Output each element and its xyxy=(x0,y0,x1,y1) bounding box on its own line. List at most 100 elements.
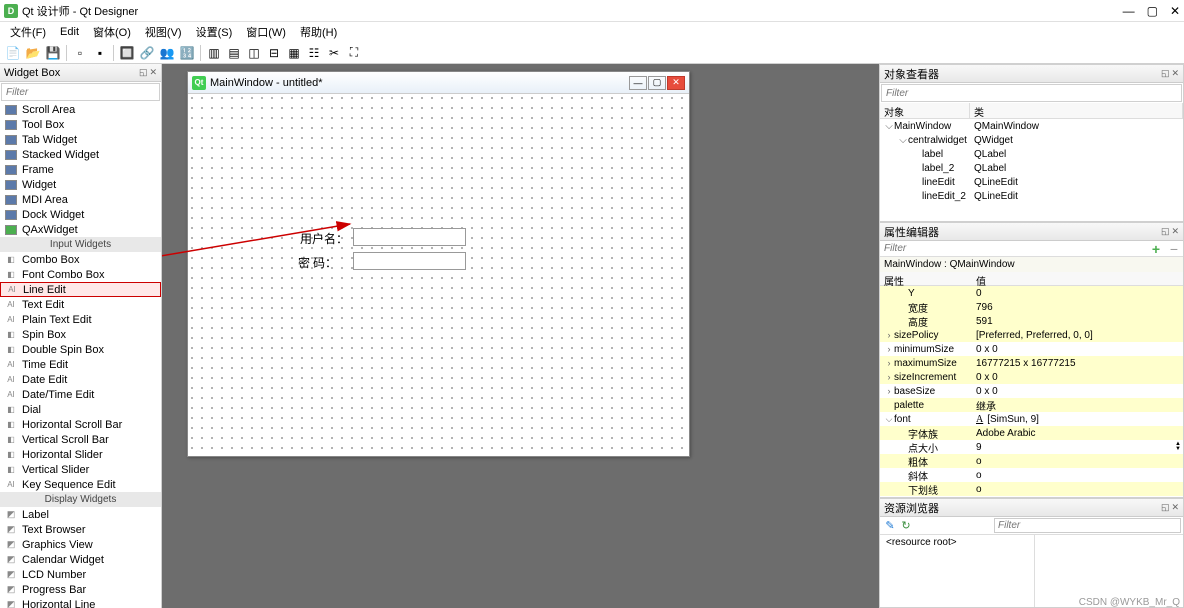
prop-row-baseSize[interactable]: ›baseSize0 x 0 xyxy=(880,384,1183,398)
dock-float-icon[interactable]: ◱ xyxy=(139,67,148,78)
close-button[interactable]: ✕ xyxy=(1170,4,1180,18)
prop-row-高度[interactable]: 高度591 xyxy=(880,314,1183,328)
design-canvas[interactable]: 用户名： 密 码： xyxy=(188,94,689,456)
new-button[interactable]: 📄 xyxy=(4,44,22,62)
dock-float-icon[interactable]: ◱ xyxy=(1161,502,1170,513)
add-property-button[interactable]: + xyxy=(1147,242,1165,256)
widget-item-double-spin-box[interactable]: ◧Double Spin Box xyxy=(0,342,161,357)
prop-row-sizeIncrement[interactable]: ›sizeIncrement0 x 0 xyxy=(880,370,1183,384)
prop-row-palette[interactable]: palette继承 xyxy=(880,398,1183,412)
layout-v-split-button[interactable]: ⊟ xyxy=(265,44,283,62)
widget-item-key-sequence-edit[interactable]: AIKey Sequence Edit xyxy=(0,477,161,492)
open-button[interactable]: 📂 xyxy=(24,44,42,62)
widget-item-combo-box[interactable]: ◧Combo Box xyxy=(0,252,161,267)
remove-property-button[interactable]: − xyxy=(1165,242,1183,256)
widget-item-tool-box[interactable]: Tool Box xyxy=(0,117,161,132)
widget-item-scroll-area[interactable]: Scroll Area xyxy=(0,102,161,117)
design-window[interactable]: Qt MainWindow - untitled* — ▢ ✕ 用户名： 密 码… xyxy=(187,71,690,457)
prop-col-value[interactable]: 值 xyxy=(972,272,1183,285)
widget-item-time-edit[interactable]: AITime Edit xyxy=(0,357,161,372)
design-area[interactable]: Qt MainWindow - untitled* — ▢ ✕ 用户名： 密 码… xyxy=(162,64,879,608)
prop-row-下划线[interactable]: 下划线o xyxy=(880,482,1183,496)
label-username[interactable]: 用户名： xyxy=(300,230,348,247)
dock-close-icon[interactable]: ✕ xyxy=(1171,502,1179,513)
widget-list[interactable]: Scroll AreaTool BoxTab WidgetStacked Wid… xyxy=(0,102,161,608)
menu-form[interactable]: 窗体(O) xyxy=(87,22,137,42)
tree-col-object[interactable]: 对象 xyxy=(880,103,970,118)
widget-item-text-edit[interactable]: AIText Edit xyxy=(0,297,161,312)
design-close-button[interactable]: ✕ xyxy=(667,76,685,90)
widget-item-plain-text-edit[interactable]: AIPlain Text Edit xyxy=(0,312,161,327)
layout-h-button[interactable]: ▥ xyxy=(205,44,223,62)
widget-item-calendar-widget[interactable]: ◩Calendar Widget xyxy=(0,552,161,567)
prop-row-Y[interactable]: Y0 xyxy=(880,286,1183,300)
edit-resource-button[interactable]: ✎ xyxy=(882,518,898,534)
widget-box-filter[interactable] xyxy=(1,83,160,101)
prop-row-斜体[interactable]: 斜体o xyxy=(880,468,1183,482)
tree-row-MainWindow[interactable]: ⌵MainWindowQMainWindow xyxy=(880,119,1183,133)
dock-close-icon[interactable]: ✕ xyxy=(1171,68,1179,79)
widget-item-font-combo-box[interactable]: ◧Font Combo Box xyxy=(0,267,161,282)
save-button[interactable]: 💾 xyxy=(44,44,62,62)
bring-front-button[interactable]: ▪ xyxy=(91,44,109,62)
widget-item-widget[interactable]: Widget xyxy=(0,177,161,192)
widget-box-filter-input[interactable] xyxy=(2,84,159,100)
adjust-size-button[interactable]: ⛶ xyxy=(345,44,363,62)
widget-item-progress-bar[interactable]: ◩Progress Bar xyxy=(0,582,161,597)
widget-item-horizontal-slider[interactable]: ◧Horizontal Slider xyxy=(0,447,161,462)
menu-settings[interactable]: 设置(S) xyxy=(190,22,239,42)
widget-item-frame[interactable]: Frame xyxy=(0,162,161,177)
tree-row-lineEdit_2[interactable]: lineEdit_2QLineEdit xyxy=(880,189,1183,203)
tree-row-lineEdit[interactable]: lineEditQLineEdit xyxy=(880,175,1183,189)
dock-float-icon[interactable]: ◱ xyxy=(1161,68,1170,79)
widget-item-line-edit[interactable]: AILine Edit xyxy=(0,282,161,297)
widget-item-horizontal-scroll-bar[interactable]: ◧Horizontal Scroll Bar xyxy=(0,417,161,432)
widget-item-graphics-view[interactable]: ◩Graphics View xyxy=(0,537,161,552)
object-tree[interactable]: 对象 类 ⌵MainWindowQMainWindow⌵centralwidge… xyxy=(880,103,1183,221)
widget-item-stacked-widget[interactable]: Stacked Widget xyxy=(0,147,161,162)
widget-item-text-browser[interactable]: ◩Text Browser xyxy=(0,522,161,537)
widget-item-label[interactable]: ◩Label xyxy=(0,507,161,522)
tree-row-centralwidget[interactable]: ⌵centralwidgetQWidget xyxy=(880,133,1183,147)
label-password[interactable]: 密 码： xyxy=(298,254,337,271)
tree-row-label[interactable]: labelQLabel xyxy=(880,147,1183,161)
layout-h-split-button[interactable]: ◫ xyxy=(245,44,263,62)
edit-tab-button[interactable]: 🔢 xyxy=(178,44,196,62)
object-filter-input[interactable] xyxy=(882,85,1181,101)
widget-item-vertical-slider[interactable]: ◧Vertical Slider xyxy=(0,462,161,477)
widget-item-lcd-number[interactable]: ◩LCD Number xyxy=(0,567,161,582)
prop-col-name[interactable]: 属性 xyxy=(880,272,972,285)
widget-item-qaxwidget[interactable]: QAxWidget xyxy=(0,222,161,237)
widget-item-horizontal-line[interactable]: ◩Horizontal Line xyxy=(0,597,161,608)
prop-row-点大小[interactable]: 点大小9▲▼ xyxy=(880,440,1183,454)
prop-row-maximumSize[interactable]: ›maximumSize16777215 x 16777215 xyxy=(880,356,1183,370)
edit-widgets-button[interactable]: 🔲 xyxy=(118,44,136,62)
layout-v-button[interactable]: ▤ xyxy=(225,44,243,62)
widget-item-spin-box[interactable]: ◧Spin Box xyxy=(0,327,161,342)
widget-item-date-edit[interactable]: AIDate Edit xyxy=(0,372,161,387)
widget-item-dial[interactable]: ◧Dial xyxy=(0,402,161,417)
prop-row-宽度[interactable]: 宽度796 xyxy=(880,300,1183,314)
send-back-button[interactable]: ▫ xyxy=(71,44,89,62)
dock-close-icon[interactable]: ✕ xyxy=(149,67,157,78)
widget-group-display[interactable]: Display Widgets xyxy=(0,492,161,507)
design-maximize-button[interactable]: ▢ xyxy=(648,76,666,90)
menu-help[interactable]: 帮助(H) xyxy=(294,22,343,42)
layout-form-button[interactable]: ☷ xyxy=(305,44,323,62)
prop-row-删除线[interactable]: 删除线o xyxy=(880,496,1183,497)
widget-item-date/time-edit[interactable]: AIDate/Time Edit xyxy=(0,387,161,402)
menu-file[interactable]: 文件(F) xyxy=(4,22,52,42)
widget-group-input[interactable]: Input Widgets xyxy=(0,237,161,252)
menu-window[interactable]: 窗口(W) xyxy=(240,22,292,42)
widget-item-dock-widget[interactable]: Dock Widget xyxy=(0,207,161,222)
resource-filter-input[interactable] xyxy=(994,518,1181,533)
property-list[interactable]: 属性 值 Y0宽度796高度591›sizePolicy[Preferred, … xyxy=(880,272,1183,497)
design-minimize-button[interactable]: — xyxy=(629,76,647,90)
prop-row-字体族[interactable]: 字体族Adobe Arabic xyxy=(880,426,1183,440)
prop-row-font[interactable]: ⌵fontA[SimSun, 9] xyxy=(880,412,1183,426)
minimize-button[interactable]: — xyxy=(1123,4,1135,18)
resource-root[interactable]: <resource root> xyxy=(880,535,1035,607)
dock-close-icon[interactable]: ✕ xyxy=(1171,226,1179,237)
dock-float-icon[interactable]: ◱ xyxy=(1161,226,1170,237)
menu-view[interactable]: 视图(V) xyxy=(139,22,188,42)
